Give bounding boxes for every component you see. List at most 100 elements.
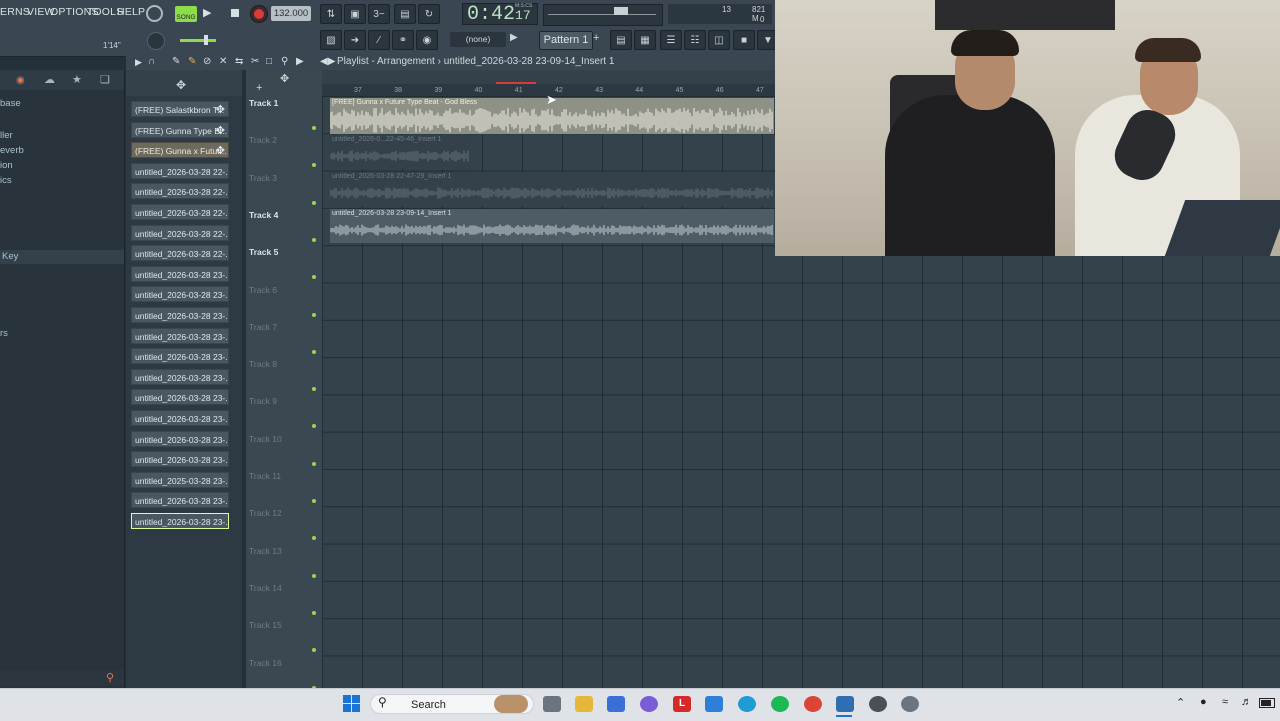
paint-icon[interactable]: ✎ (188, 56, 196, 67)
pattern-clip-item[interactable]: untitled_2025-03-28 23-... (131, 471, 229, 488)
drag-clip-icon[interactable]: ✥ (216, 123, 225, 137)
wait-input-icon[interactable]: ▣ (344, 4, 366, 24)
tempo-display[interactable]: 132.000 (271, 6, 311, 21)
pattern-add-icon[interactable]: + (593, 32, 599, 44)
track-header[interactable]: Track 5 (249, 247, 278, 257)
arrow-right-icon[interactable]: ➜ (344, 30, 366, 50)
magnet-icon[interactable]: ∩ (148, 56, 155, 67)
audio-clip[interactable]: untitled_2026-03-28 23-09-14_Insert 1 (330, 209, 774, 243)
pattern-clip-item[interactable]: untitled_2026-03-28 23-... (131, 307, 229, 323)
add-track-icon[interactable]: + (256, 82, 262, 94)
track-header[interactable]: Track 8 (249, 359, 277, 369)
pattern-clip-item[interactable]: untitled_2026-03-28 23-... (131, 265, 229, 282)
folder-icon[interactable]: ❏ (100, 73, 110, 86)
pattern-clip-item[interactable]: untitled_2026-03-28 23-... (131, 410, 229, 426)
microphone-icon[interactable]: ● (1200, 696, 1207, 708)
browser-item-ics[interactable]: ics (0, 175, 12, 186)
plugin-icon[interactable]: ◉ (416, 30, 438, 50)
pencil-icon[interactable]: ✎ (172, 56, 180, 67)
track-header[interactable]: Track 3 (249, 173, 277, 183)
browser-item-database[interactable]: base (0, 98, 21, 109)
cloud-icon[interactable]: ☁ (44, 73, 55, 86)
ruler-scroll[interactable] (322, 70, 775, 84)
edge-icon[interactable] (738, 696, 756, 712)
pattern-clip-item[interactable]: untitled_2026-03-28 22-... (131, 224, 229, 241)
pattern-prev-icon[interactable]: ▶ (510, 32, 518, 43)
slice-icon[interactable]: ✂ (251, 56, 259, 67)
master-volume-slider[interactable] (180, 35, 216, 45)
browser-icon[interactable]: ◫ (708, 30, 730, 50)
fl-studio-icon[interactable] (836, 696, 854, 712)
store-icon[interactable] (607, 696, 625, 712)
track-header[interactable]: Track 1 (249, 98, 278, 108)
pattern-clip-item[interactable]: untitled_2026-03-28 23-... (131, 348, 229, 365)
snap-selector[interactable]: (none) (450, 32, 506, 47)
search-highlight-icon[interactable] (494, 695, 528, 713)
move-icon[interactable]: ✥ (176, 78, 186, 92)
app-l-icon[interactable]: L (673, 696, 691, 712)
pattern-clip-item[interactable]: untitled_2026-03-28 22-... (131, 183, 229, 200)
track-mute-led[interactable] (312, 200, 316, 205)
track-header[interactable]: Track 14 (249, 583, 282, 593)
playlist-menu-icon[interactable]: ▶ (135, 57, 142, 68)
windows-start-icon[interactable] (343, 695, 361, 713)
wifi-icon[interactable]: ≈ (1222, 696, 1228, 708)
track-mute-led[interactable] (312, 312, 316, 317)
task-view-icon[interactable] (543, 696, 561, 712)
channel-rack-icon[interactable]: ☰ (660, 30, 682, 50)
track-header[interactable]: Track 15 (249, 620, 282, 630)
obs-icon[interactable] (869, 696, 887, 712)
track-header[interactable]: Track 11 (249, 471, 281, 481)
copilot-icon[interactable] (640, 696, 658, 712)
countdown-icon[interactable]: 3− (368, 4, 390, 24)
record-icon[interactable] (250, 5, 268, 23)
track-mute-led[interactable] (312, 237, 316, 242)
pattern-clip-item[interactable]: untitled_2026-03-28 23-... (131, 451, 229, 468)
delete-icon[interactable]: ⊘ (203, 56, 211, 67)
track-header[interactable]: Track 4 (249, 210, 278, 220)
track-header[interactable]: Track 12 (249, 508, 282, 518)
resize-icon[interactable]: ✥ (280, 72, 289, 85)
piano-roll-icon[interactable]: ▦ (634, 30, 656, 50)
battery-icon[interactable] (1259, 698, 1275, 708)
settings-icon[interactable] (901, 696, 919, 712)
browser-item-rs[interactable]: rs (0, 328, 8, 339)
mixer-icon[interactable]: ☷ (684, 30, 706, 50)
chrome-icon[interactable] (804, 696, 822, 712)
track-header[interactable]: Track 9 (249, 396, 277, 406)
song-mode-toggle[interactable]: SONG (175, 6, 197, 22)
spotify-icon[interactable] (771, 696, 789, 712)
select-icon[interactable]: □ (266, 56, 272, 67)
browser-item-controller[interactable]: ller (0, 130, 13, 141)
loop-record-icon[interactable]: ↻ (418, 4, 440, 24)
target-icon[interactable]: ◉ (16, 75, 25, 86)
star-icon[interactable]: ★ (72, 73, 82, 86)
file-explorer-icon[interactable] (575, 696, 593, 712)
pattern-song-icon[interactable]: ▧ (320, 30, 342, 50)
pattern-clip-item[interactable]: untitled_2026-03-28 23-... (131, 389, 229, 406)
slip-icon[interactable]: ⇆ (235, 56, 243, 67)
search-icon[interactable]: ⚲ (106, 671, 114, 684)
browser-item-key-row[interactable]: Key (0, 250, 124, 264)
pattern-clip-item[interactable]: untitled_2026-03-28 23-... (131, 492, 229, 509)
audio-clip[interactable]: untitled_2026-0...22-45-46_Insert 1 (330, 135, 470, 169)
track-header[interactable]: Track 7 (249, 322, 277, 332)
volume-icon[interactable]: ♬ (1241, 696, 1252, 708)
drag-clip-icon[interactable]: ✥ (216, 102, 225, 116)
link-icon[interactable]: ⚭ (392, 30, 414, 50)
pattern-clip-item[interactable]: untitled_2026-03-28 23-... (131, 368, 229, 385)
track-header[interactable]: Track 13 (249, 546, 282, 556)
track-mute-led[interactable] (312, 573, 316, 578)
track-mute-led[interactable] (312, 126, 316, 130)
pattern-clip-item[interactable]: untitled_2026-03-28 23-... (131, 513, 229, 529)
track-header[interactable]: Track 16 (249, 658, 282, 668)
track-mute-led[interactable] (312, 349, 316, 354)
brush-icon[interactable]: ⁄ (368, 30, 390, 50)
pattern-clip-item[interactable]: (FREE) Gunna Type B... ✥ (131, 121, 229, 138)
play-icon[interactable]: ▶ (203, 6, 219, 22)
pattern-clip-item[interactable]: untitled_2026-03-28 23-... (131, 327, 229, 344)
menu-patterns[interactable]: ERNS (0, 6, 30, 18)
audio-clip[interactable]: untitled_2026-03-28 22-47-29_Insert 1 (330, 172, 774, 206)
vscode-icon[interactable] (705, 696, 723, 712)
track-header[interactable]: Track 10 (249, 434, 282, 444)
